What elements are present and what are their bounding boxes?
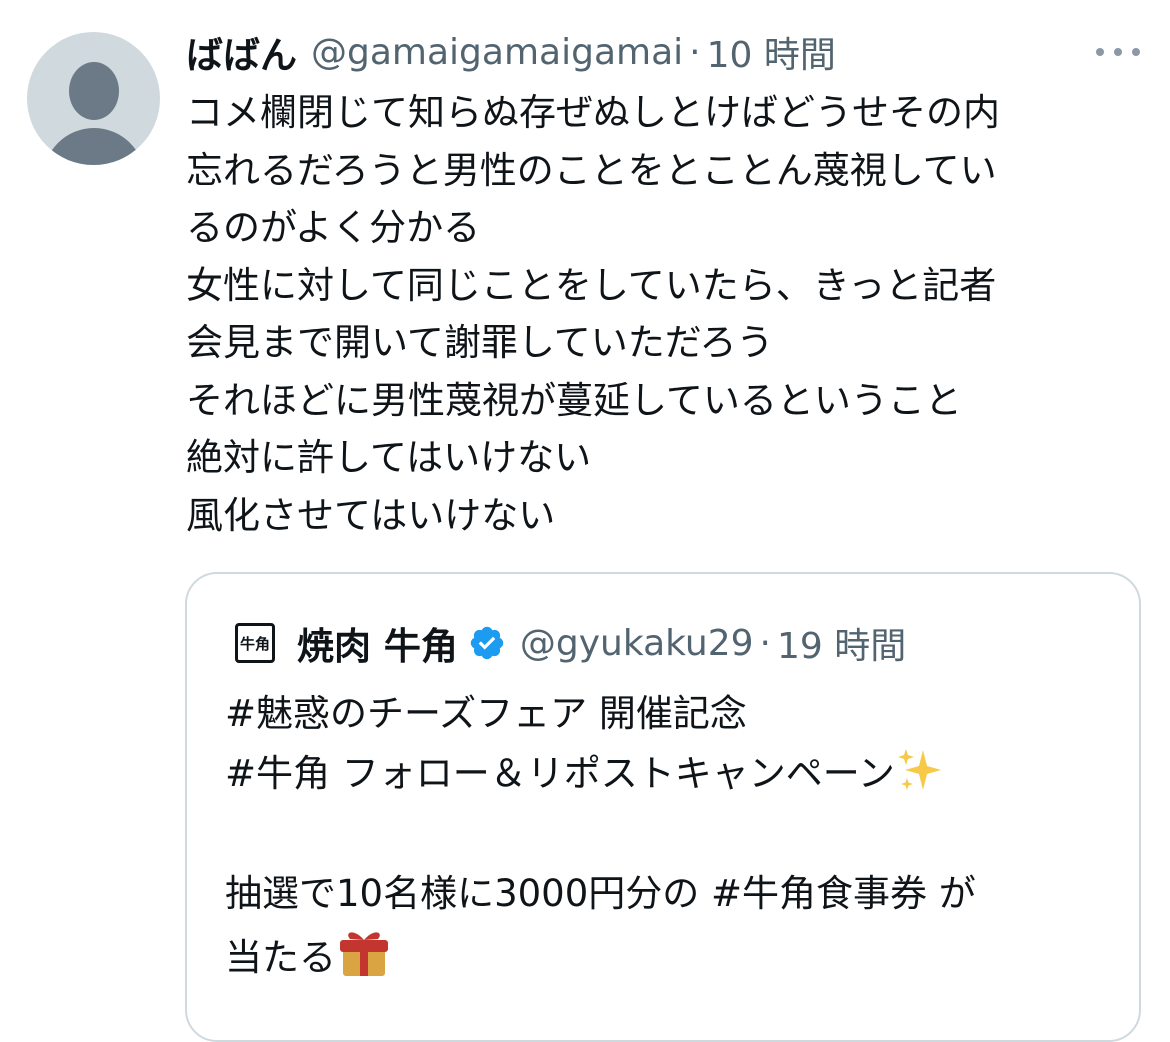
display-name[interactable]: ばばん: [186, 25, 297, 79]
tweet-text-line: 忘れるだろうと男性のことをとことん蔑視してい: [186, 148, 997, 192]
quoted-tweet-text: #魅惑のチーズフェア 開催記念 #牛角 フォロー＆リポストキャンペーン 抽選で1…: [225, 684, 1105, 988]
default-profile-icon: [69, 62, 119, 120]
tweet-header: ばばん @gamaigamaigamai · 10 時間: [186, 24, 836, 80]
tweet-text-line: 絶対に許してはいけない: [186, 436, 592, 479]
logo-text: 牛角: [239, 634, 270, 653]
quoted-timestamp[interactable]: 19 時間: [777, 617, 906, 669]
quoted-user-handle[interactable]: @gyukaku29: [520, 623, 754, 664]
verified-badge-icon: [470, 626, 504, 660]
quoted-display-name[interactable]: 焼肉 牛角: [297, 616, 458, 670]
avatar[interactable]: [27, 32, 160, 165]
tweet-text-line: 風化させてはいけない: [186, 493, 556, 537]
quoted-text-segment: 当たる: [225, 936, 336, 979]
quoted-text-line: 抽選で10名様に3000円分の #牛角食事券 が: [225, 872, 976, 915]
tweet-text: コメ欄閉じて知らぬ存ぜぬしとけばどうせその内 忘れるだろうと男性のことをとことん…: [186, 84, 1146, 544]
tweet-text-line: 女性に対して同じことをしていたら、きっと記者: [186, 263, 997, 307]
more-horizontal-icon[interactable]: [1096, 42, 1140, 62]
tweet-text-line: るのがよく分かる: [186, 206, 481, 249]
timestamp[interactable]: 10 時間: [707, 26, 836, 78]
tweet-text-line: 会見まで開いて謝罪していただろう: [186, 321, 774, 364]
user-handle[interactable]: @gamaigamaigamai: [311, 32, 683, 73]
quoted-tweet-card[interactable]: 牛角 焼肉 牛角 @gyukaku29 · 19 時間 #魅惑のチーズフェア 開…: [185, 572, 1141, 1042]
sparkles-emoji-icon: [897, 749, 941, 790]
separator-dot: ·: [689, 31, 701, 73]
quoted-tweet-header: 牛角 焼肉 牛角 @gyukaku29 · 19 時間: [235, 616, 906, 670]
quoted-avatar-logo[interactable]: 牛角: [235, 623, 275, 663]
separator-dot: ·: [759, 622, 771, 664]
gift-emoji-icon: [340, 932, 388, 976]
default-profile-body: [43, 128, 145, 165]
quoted-text-line-with-emoji: #牛角 フォロー＆リポストキャンペーン: [225, 744, 1105, 804]
quoted-text-line: [225, 804, 1105, 864]
quoted-text-line: #魅惑のチーズフェア 開催記念: [225, 692, 747, 735]
tweet-text-line: それほどに男性蔑視が蔓延しているということ: [186, 378, 962, 422]
quoted-text-line-with-emoji: 当たる: [225, 924, 1105, 988]
tweet[interactable]: ばばん @gamaigamaigamai · 10 時間 コメ欄閉じて知らぬ存ぜ…: [0, 0, 1170, 1042]
tweet-text-line: コメ欄閉じて知らぬ存ぜぬしとけばどうせその内: [186, 91, 1000, 134]
quoted-text-segment: #牛角 フォロー＆リポストキャンペーン: [225, 752, 895, 795]
